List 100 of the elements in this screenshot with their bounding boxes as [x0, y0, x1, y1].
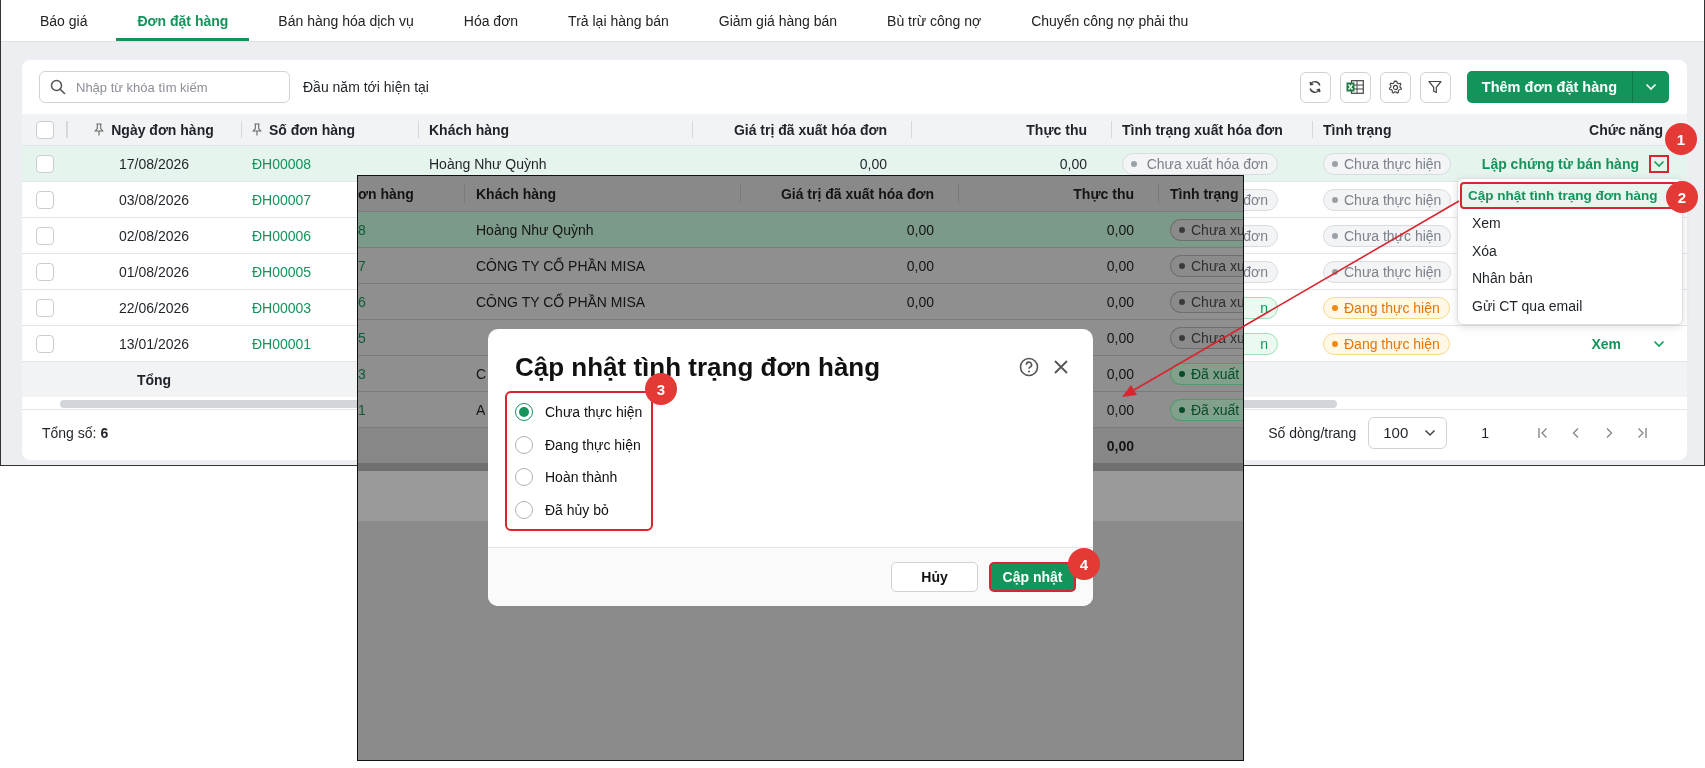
total-value: 0,00: [1106, 437, 1134, 454]
status-badge: Chưa thực hiện: [1323, 188, 1452, 211]
status-badge: Chưa xuất hóa đơn: [1122, 152, 1278, 175]
status-badge: Chưa xu: [1170, 254, 1243, 277]
table-cell: CÔNG TY CỔ PHẦN MISA: [476, 257, 646, 274]
checkbox[interactable]: [35, 262, 54, 281]
column-header: Tình trạng: [1170, 185, 1239, 202]
radio-label[interactable]: Đã hủy bỏ: [545, 501, 609, 518]
page-size-label: Số dòng/trang: [1268, 424, 1357, 441]
menu-item[interactable]: Xóa: [1460, 237, 1680, 264]
checkbox[interactable]: [35, 154, 54, 173]
tab[interactable]: Bán hàng hóa dịch vụ: [257, 0, 435, 41]
status-badge: Chưa xu: [1170, 218, 1243, 241]
status-badge: Chưa thực hiện: [1323, 260, 1452, 283]
dropdown-button[interactable]: [1633, 71, 1669, 103]
column-header: Tình trạng: [1323, 121, 1392, 138]
settings-button[interactable]: [1379, 71, 1411, 103]
status-badge: Chưa thực hiện: [1323, 152, 1452, 175]
table-cell: 01/08/2026: [118, 263, 190, 280]
table-cell: 0,00: [1106, 401, 1134, 418]
action-link[interactable]: Xem: [1591, 335, 1621, 352]
column-header: Khách hàng: [476, 185, 557, 202]
excel-button[interactable]: [1339, 71, 1371, 103]
table-cell: 13/01/2026: [118, 335, 190, 352]
tab[interactable]: Đơn đặt hàng: [116, 0, 250, 41]
chevron-down-icon: [1645, 83, 1657, 91]
status-badge: Đang thực hiện: [1323, 332, 1450, 355]
menu-item[interactable]: Gửi CT qua email: [1460, 292, 1680, 319]
column-header: Ngày đơn hàng: [111, 121, 214, 138]
last-page-icon[interactable]: [1635, 425, 1649, 440]
order-link[interactable]: ĐH00007: [252, 191, 312, 208]
more-button[interactable]: [1649, 154, 1669, 173]
table-cell: 0,00: [906, 293, 934, 310]
chevron-down-icon: [1653, 339, 1665, 348]
column-header: ơn hàng: [358, 185, 414, 202]
search-icon: [50, 79, 66, 95]
order-link[interactable]: ĐH00006: [252, 227, 312, 244]
tab[interactable]: Bù trừ công nợ: [866, 0, 1003, 41]
chevron-down-icon: [1424, 428, 1437, 437]
tab[interactable]: Giảm giá hàng bán: [697, 0, 859, 41]
refresh-button[interactable]: [1299, 71, 1331, 103]
menu-item[interactable]: Nhân bản: [1460, 264, 1680, 292]
radio-label[interactable]: Đang thực hiện: [545, 436, 641, 453]
page-size-select[interactable]: 100: [1368, 416, 1448, 449]
checkbox[interactable]: [35, 190, 54, 209]
refresh-icon: [1308, 80, 1323, 94]
checkbox[interactable]: [35, 226, 54, 245]
spreadsheet-icon: [1346, 80, 1365, 94]
pin-icon[interactable]: [252, 123, 262, 136]
tab[interactable]: Hóa đơn: [442, 0, 540, 41]
page-number[interactable]: 1: [1481, 424, 1489, 441]
table-cell: 03/08/2026: [118, 191, 190, 208]
table-cell: 22/06/2026: [118, 299, 190, 316]
status-badge: Chưa xu: [1170, 326, 1243, 349]
status-badge: Đã xuất: [1170, 362, 1243, 385]
filter-button[interactable]: [1419, 71, 1451, 103]
table-cell: CÔNG TY CỔ PHẦN MISA: [476, 293, 646, 310]
checkbox[interactable]: [35, 298, 54, 317]
search-field[interactable]: Nhập từ khóa tìm kiếm: [39, 71, 290, 103]
order-link[interactable]: ĐH00001: [252, 335, 312, 352]
column-header: Tình trạng xuất hóa đơn: [1122, 121, 1283, 138]
pin-icon[interactable]: [94, 123, 105, 136]
table-cell: C: [476, 365, 487, 382]
chevron-down-icon: [1653, 159, 1665, 168]
total-label: Tổng: [136, 371, 172, 388]
table-cell: 0,00: [1059, 155, 1087, 172]
table-cell: 0,00: [906, 221, 934, 238]
close-icon[interactable]: [1053, 359, 1069, 375]
column-header: Thực thu: [1026, 121, 1087, 138]
radio-label[interactable]: Chưa thực hiện: [545, 404, 643, 421]
table-cell: Hoàng Như Quỳnh: [429, 155, 547, 172]
radio-label[interactable]: Hoàn thành: [545, 469, 618, 486]
column-header: Khách hàng: [429, 121, 510, 138]
column-header: Giá trị đã xuất hóa đơn: [780, 185, 934, 202]
cancel-button[interactable]: Hủy: [891, 562, 978, 592]
gear-icon: [1387, 79, 1403, 95]
order-link[interactable]: ĐH00008: [252, 155, 312, 172]
order-link[interactable]: ĐH00005: [252, 263, 312, 280]
checkbox[interactable]: [35, 120, 54, 139]
table-cell: 17/08/2026: [118, 155, 190, 172]
help-icon[interactable]: [1019, 357, 1039, 377]
checkbox[interactable]: [35, 334, 54, 353]
table-cell: A: [476, 401, 486, 418]
update-button[interactable]: Cập nhật: [989, 562, 1076, 592]
table-cell: 0,00: [1106, 365, 1134, 382]
table-cell: 0,00: [859, 155, 887, 172]
status-badge: Đang thực hiện: [1323, 296, 1450, 319]
total-count: Tổng số: 6: [42, 424, 109, 441]
date-range-label[interactable]: Đầu năm tới hiện tại: [303, 79, 429, 95]
first-page-icon[interactable]: [1536, 425, 1550, 440]
column-header: Giá trị đã xuất hóa đơn: [733, 121, 887, 138]
add-order-button[interactable]: Thêm đơn đặt hàng: [1466, 71, 1633, 103]
status-badge: Đã xuất: [1170, 398, 1243, 421]
table-cell: 02/08/2026: [118, 227, 190, 244]
column-header: Chức năng: [1589, 121, 1663, 138]
order-link[interactable]: ĐH00003: [252, 299, 312, 316]
tab[interactable]: Báo giá: [19, 0, 109, 41]
tab[interactable]: Chuyển công nợ phải thu: [1010, 0, 1210, 41]
table-cell: Hoàng Như Quỳnh: [476, 221, 594, 238]
tab[interactable]: Trả lại hàng bán: [547, 0, 690, 41]
